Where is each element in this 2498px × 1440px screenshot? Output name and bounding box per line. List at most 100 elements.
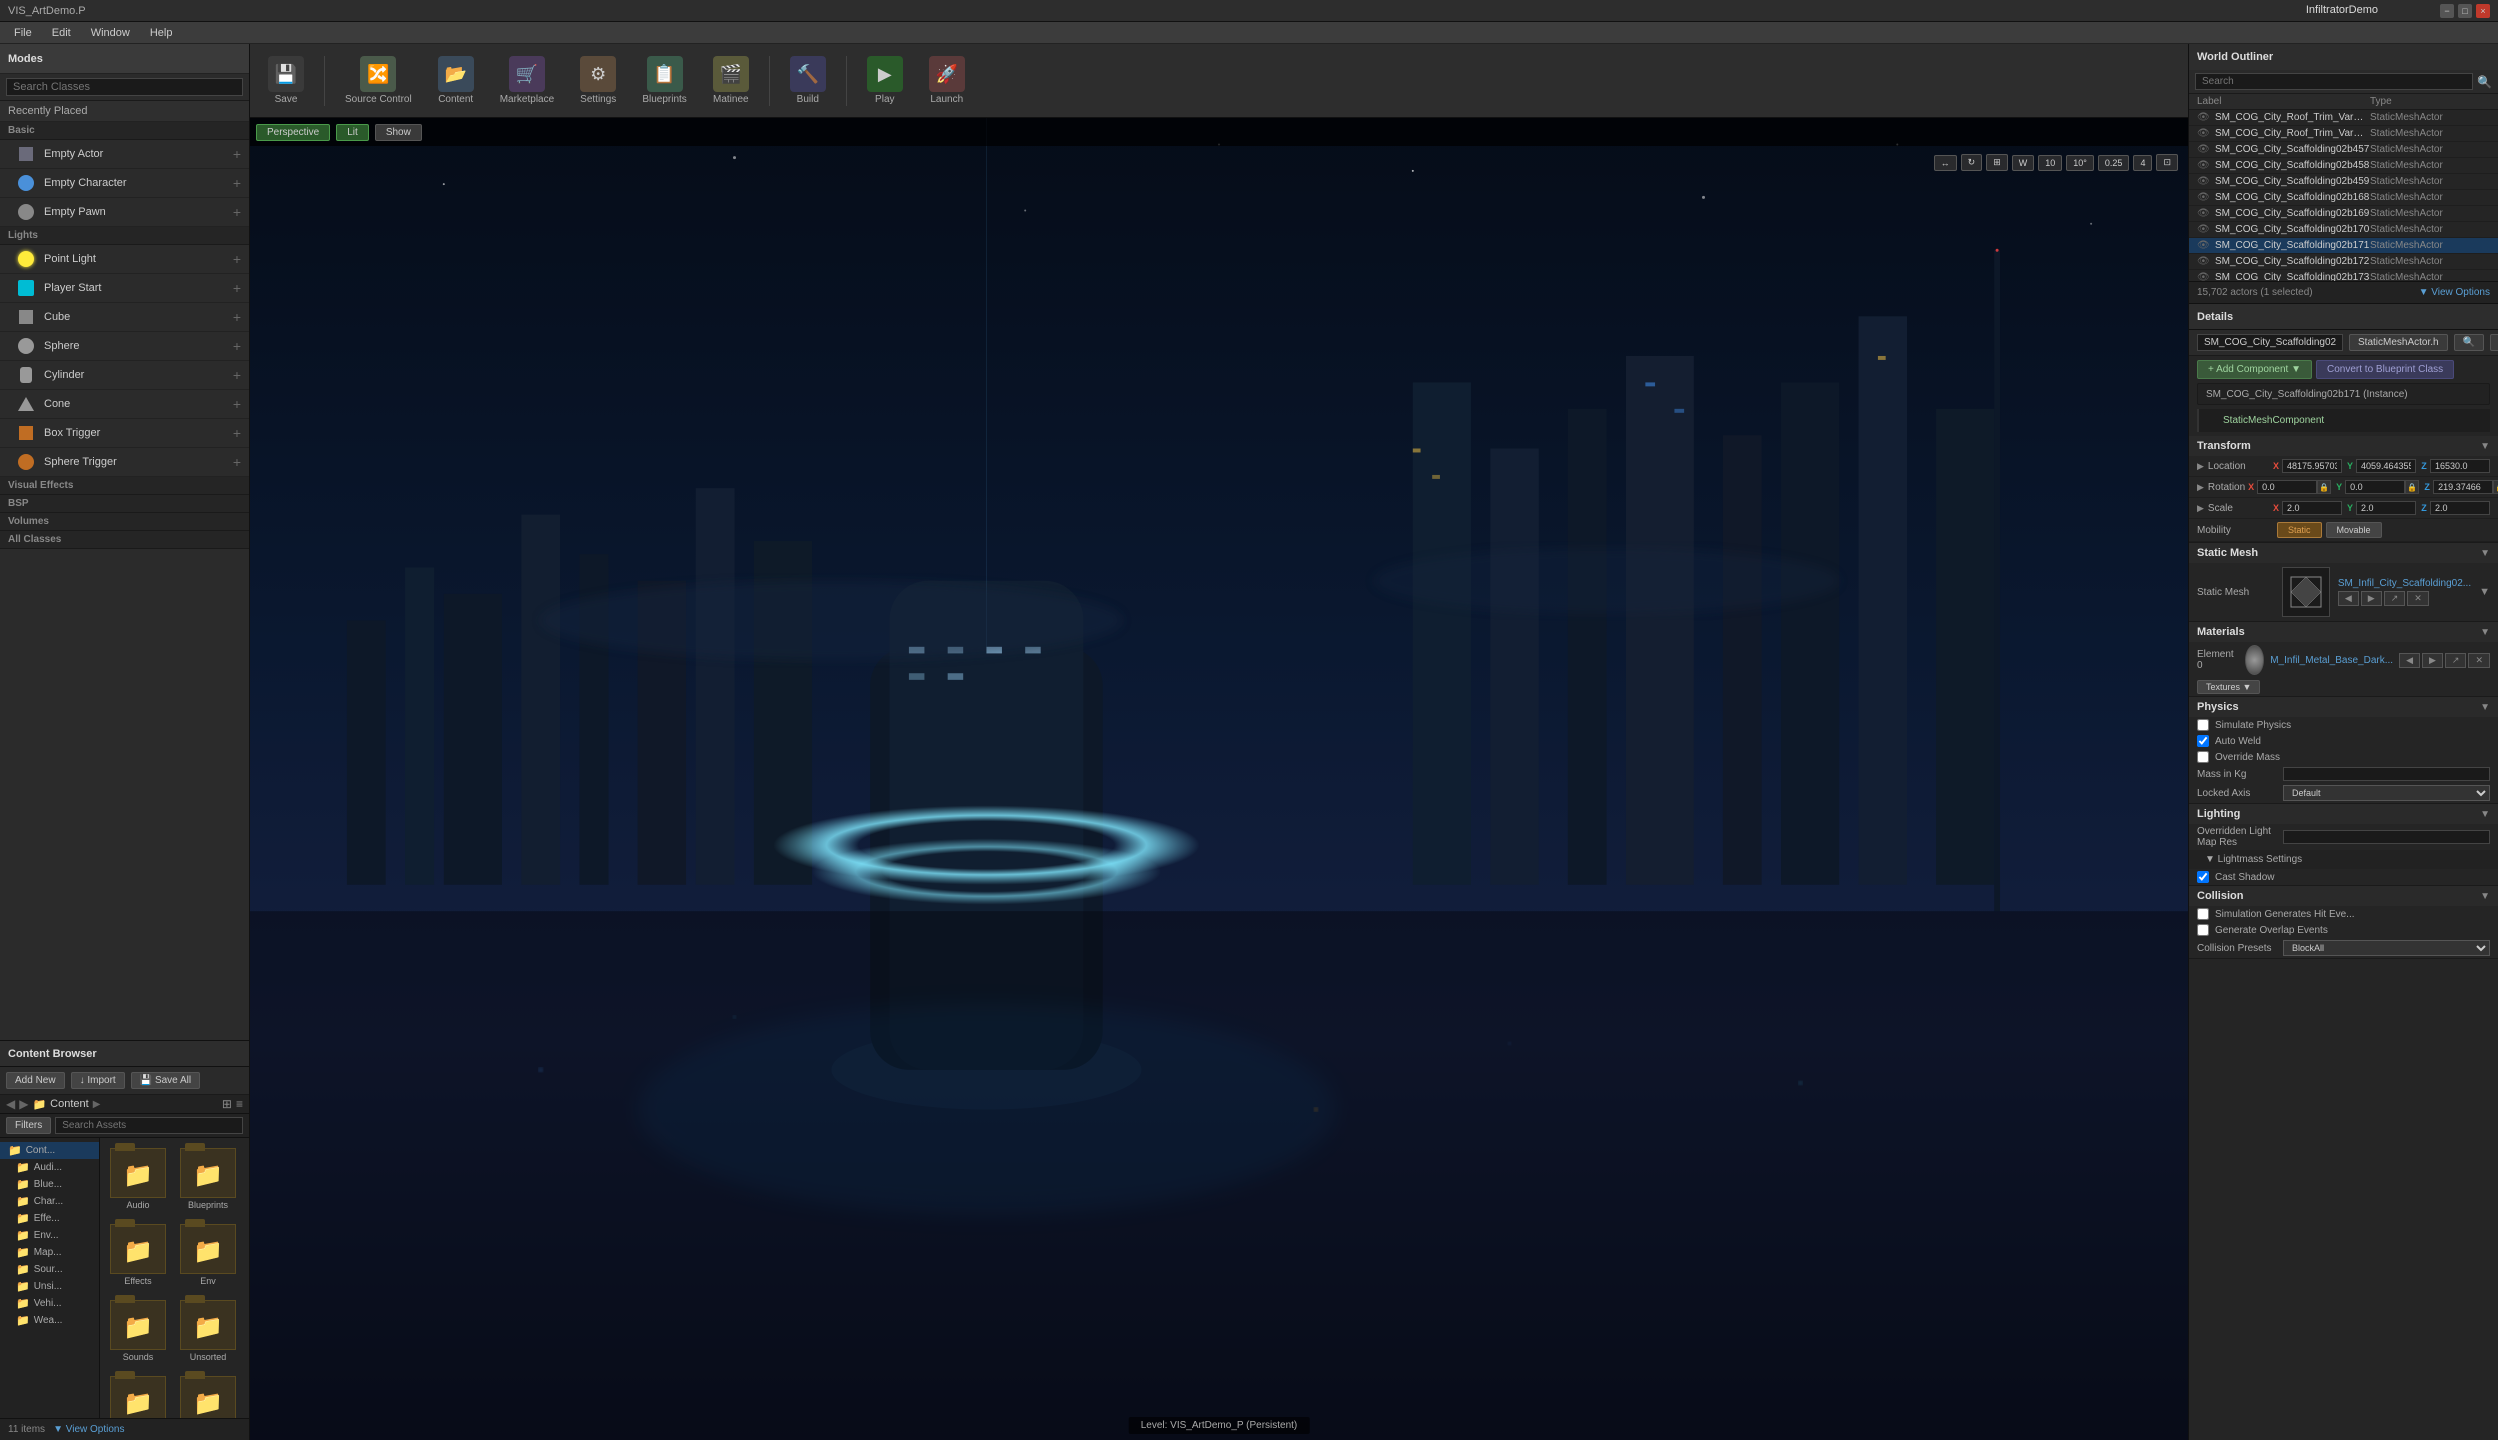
wo-row[interactable]: 👁 SM_COG_City_Scaffolding02b172 StaticMe… <box>2189 254 2498 270</box>
place-item-cylinder[interactable]: Cylinder + <box>0 361 249 390</box>
menu-window[interactable]: Window <box>81 25 140 41</box>
settings-button[interactable]: ⚙ Settings <box>570 52 626 109</box>
rotation-y-input[interactable] <box>2345 480 2405 494</box>
wo-row-selected[interactable]: 👁 SM_COG_City_Scaffolding02b171 StaticMe… <box>2189 238 2498 254</box>
save-button[interactable]: 💾 Save <box>258 52 314 109</box>
asset-weapons[interactable]: 📁 Weapons <box>176 1372 240 1418</box>
cb-view-options[interactable]: ▼ View Options <box>53 1424 124 1435</box>
mesh-dropdown-icon[interactable]: ▼ <box>2479 586 2490 598</box>
auto-weld-checkbox[interactable] <box>2197 735 2209 747</box>
build-button[interactable]: 🔨 Build <box>780 52 836 109</box>
wo-search-input[interactable] <box>2195 73 2473 90</box>
location-y-input[interactable] <box>2356 459 2416 473</box>
viewport-rotate-btn[interactable]: ↻ <box>1961 154 1983 171</box>
asset-search-input[interactable] <box>55 1117 243 1134</box>
viewport-camera-speed-btn[interactable]: 4 <box>2133 155 2152 171</box>
simulate-physics-checkbox[interactable] <box>2197 719 2209 731</box>
locked-axis-select[interactable]: Default X Y Z <box>2283 785 2490 801</box>
wo-row[interactable]: 👁 SM_COG_City_Scaffolding02b170 StaticMe… <box>2189 222 2498 238</box>
viewport-translate-btn[interactable]: ↔ <box>1934 155 1957 171</box>
perspective-btn[interactable]: Perspective <box>256 124 330 141</box>
asset-vehicle[interactable]: 📁 Vehicle <box>246 1296 249 1366</box>
scale-y-input[interactable] <box>2356 501 2416 515</box>
place-item-point-light[interactable]: Point Light + <box>0 245 249 274</box>
tree-item-content[interactable]: 📁 Cont... <box>0 1142 99 1159</box>
wo-row[interactable]: 👁 SM_COG_City_Scaffolding02b457 StaticMe… <box>2189 142 2498 158</box>
wo-row[interactable]: 👁 SM_COG_City_Scaffolding02b169 StaticMe… <box>2189 206 2498 222</box>
viewport-cam-icon[interactable]: ⊡ <box>2156 154 2178 171</box>
sim-generates-checkbox[interactable] <box>2197 908 2209 920</box>
back-btn[interactable]: ◀ <box>6 1097 15 1111</box>
blueprints-button[interactable]: 📋 Blueprints <box>632 52 696 109</box>
tree-item-maps[interactable]: 📁 Map... <box>0 1244 99 1261</box>
asset-blueprints[interactable]: 📁 Blueprints <box>176 1144 240 1214</box>
wo-row[interactable]: 👁 SM_COG_City_Scaffolding02b168 StaticMe… <box>2189 190 2498 206</box>
mesh-browse-btn[interactable]: ◀ <box>2338 591 2359 606</box>
menu-help[interactable]: Help <box>140 25 183 41</box>
place-item-sphere[interactable]: Sphere + <box>0 332 249 361</box>
lighting-section-header[interactable]: Lighting ▼ <box>2189 804 2498 824</box>
asset-audio[interactable]: 📁 Audio <box>106 1144 170 1214</box>
minimize-btn[interactable]: − <box>2440 4 2454 18</box>
list-view-btn[interactable]: ≡ <box>236 1097 243 1111</box>
asset-maps[interactable]: 📁 Maps <box>246 1220 249 1290</box>
launch-button[interactable]: 🚀 Launch <box>919 52 975 109</box>
mesh-use-btn[interactable]: ▶ <box>2361 591 2382 606</box>
close-btn[interactable]: × <box>2476 4 2490 18</box>
box-trigger-add[interactable]: + <box>233 425 241 441</box>
wo-row[interactable]: 👁 SM_COG_City_Scaffolding02b458 StaticMe… <box>2189 158 2498 174</box>
grid-view-btn[interactable]: ⊞ <box>222 1097 232 1111</box>
place-item-empty-actor[interactable]: Empty Actor + <box>0 140 249 169</box>
rotation-x-input[interactable] <box>2257 480 2317 494</box>
play-button[interactable]: ▶ Play <box>857 52 913 109</box>
dp-actor-class-btn[interactable]: StaticMeshActor.h <box>2349 334 2448 351</box>
player-start-add[interactable]: + <box>233 280 241 296</box>
forward-btn[interactable]: ▶ <box>19 1097 28 1111</box>
asset-env[interactable]: 📁 Env <box>176 1220 240 1290</box>
asset-effects[interactable]: 📁 Effects <box>106 1220 170 1290</box>
place-item-sphere-trigger[interactable]: Sphere Trigger + <box>0 448 249 477</box>
point-light-add[interactable]: + <box>233 251 241 267</box>
place-item-player-start[interactable]: Player Start + <box>0 274 249 303</box>
physics-section-header[interactable]: Physics ▼ <box>2189 697 2498 717</box>
cast-shadow-checkbox[interactable] <box>2197 871 2209 883</box>
empty-character-add[interactable]: + <box>233 175 241 191</box>
wo-row[interactable]: 👁 SM_COG_City_Scaffolding02b459 StaticMe… <box>2189 174 2498 190</box>
rotation-x-lock-icon[interactable]: 🔒 <box>2317 480 2331 494</box>
static-mobility-btn[interactable]: Static <box>2277 522 2322 538</box>
static-mesh-section-header[interactable]: Static Mesh ▼ <box>2189 543 2498 563</box>
cube-add[interactable]: + <box>233 309 241 325</box>
mesh-name[interactable]: SM_Infil_City_Scaffolding02... <box>2338 578 2471 589</box>
menu-file[interactable]: File <box>4 25 42 41</box>
place-item-empty-character[interactable]: Empty Character + <box>0 169 249 198</box>
scale-x-input[interactable] <box>2282 501 2342 515</box>
menu-edit[interactable]: Edit <box>42 25 81 41</box>
place-item-cone[interactable]: Cone + <box>0 390 249 419</box>
mat-open-btn[interactable]: ↗ <box>2445 653 2467 668</box>
static-mesh-component-item[interactable]: StaticMeshComponent <box>2223 413 2482 428</box>
mesh-open-btn[interactable]: ↗ <box>2384 591 2406 606</box>
viewport-num3[interactable]: 0.25 <box>2098 155 2130 171</box>
save-all-button[interactable]: 💾 Save All <box>131 1072 200 1089</box>
rotation-z-lock-icon[interactable]: 🔒 <box>2493 480 2498 494</box>
wo-row[interactable]: 👁 SM_COG_City_Roof_Trim_VarB_Middle420 S… <box>2189 126 2498 142</box>
asset-character[interactable]: 📁 Character <box>246 1144 249 1214</box>
dp-search-btn[interactable]: 🔍 <box>2454 334 2484 351</box>
viewport-num2[interactable]: 10° <box>2066 155 2094 171</box>
viewport-scene[interactable] <box>250 118 2188 1440</box>
search-classes-input[interactable] <box>6 78 243 96</box>
source-control-button[interactable]: 🔀 Source Control <box>335 52 422 109</box>
rotation-z-input[interactable] <box>2433 480 2493 494</box>
asset-sounds[interactable]: 📁 Sounds <box>106 1296 170 1366</box>
generate-overlap-checkbox[interactable] <box>2197 924 2209 936</box>
mat-browse-btn[interactable]: ◀ <box>2399 653 2420 668</box>
asset-vehicle2[interactable]: 📁 Vehicle <box>106 1372 170 1418</box>
content-path[interactable]: Content <box>50 1098 89 1110</box>
asset-unsorted[interactable]: 📁 Unsorted <box>176 1296 240 1366</box>
rotation-y-lock-icon[interactable]: 🔒 <box>2405 480 2419 494</box>
mat-use-btn[interactable]: ▶ <box>2422 653 2443 668</box>
add-new-button[interactable]: Add New <box>6 1072 65 1089</box>
tree-item-effects[interactable]: 📁 Effe... <box>0 1210 99 1227</box>
tree-item-env[interactable]: 📁 Env... <box>0 1227 99 1244</box>
empty-pawn-add[interactable]: + <box>233 204 241 220</box>
